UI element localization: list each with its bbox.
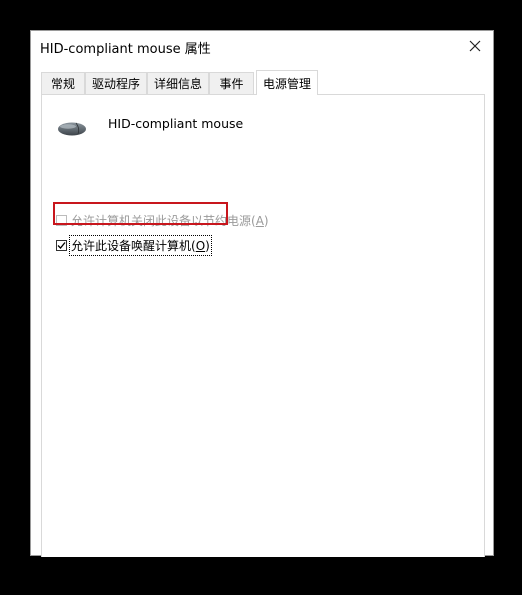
device-name: HID-compliant mouse [108,116,244,131]
allow-wake-checkbox[interactable] [56,240,67,251]
tab-details[interactable]: 详细信息 [147,72,209,94]
tab-driver[interactable]: 驱动程序 [85,72,147,94]
mouse-icon [58,122,86,136]
allow-wake-row: 允许此设备唤醒计算机(O) [56,235,212,256]
tab-events[interactable]: 事件 [209,72,254,94]
close-button[interactable] [457,31,493,61]
allow-wake-label: 允许此设备唤醒计算机(O) [69,235,212,256]
tab-power-management[interactable]: 电源管理 [256,70,318,95]
window-title: HID-compliant mouse 属性 [40,42,211,57]
checkmark-icon [57,242,66,249]
close-icon [469,40,481,52]
tab-panel: HID-compliant mouse 允许计算机关闭此设备以节约电源(A) 允… [41,94,485,557]
title-bar: HID-compliant mouse 属性 [31,31,493,63]
tab-general[interactable]: 常规 [41,72,85,94]
highlight-box [53,202,228,225]
properties-dialog: HID-compliant mouse 属性 常规 驱动程序 详细信息 事件 电… [30,30,494,557]
tab-strip: 常规 驱动程序 详细信息 事件 电源管理 [41,70,483,95]
